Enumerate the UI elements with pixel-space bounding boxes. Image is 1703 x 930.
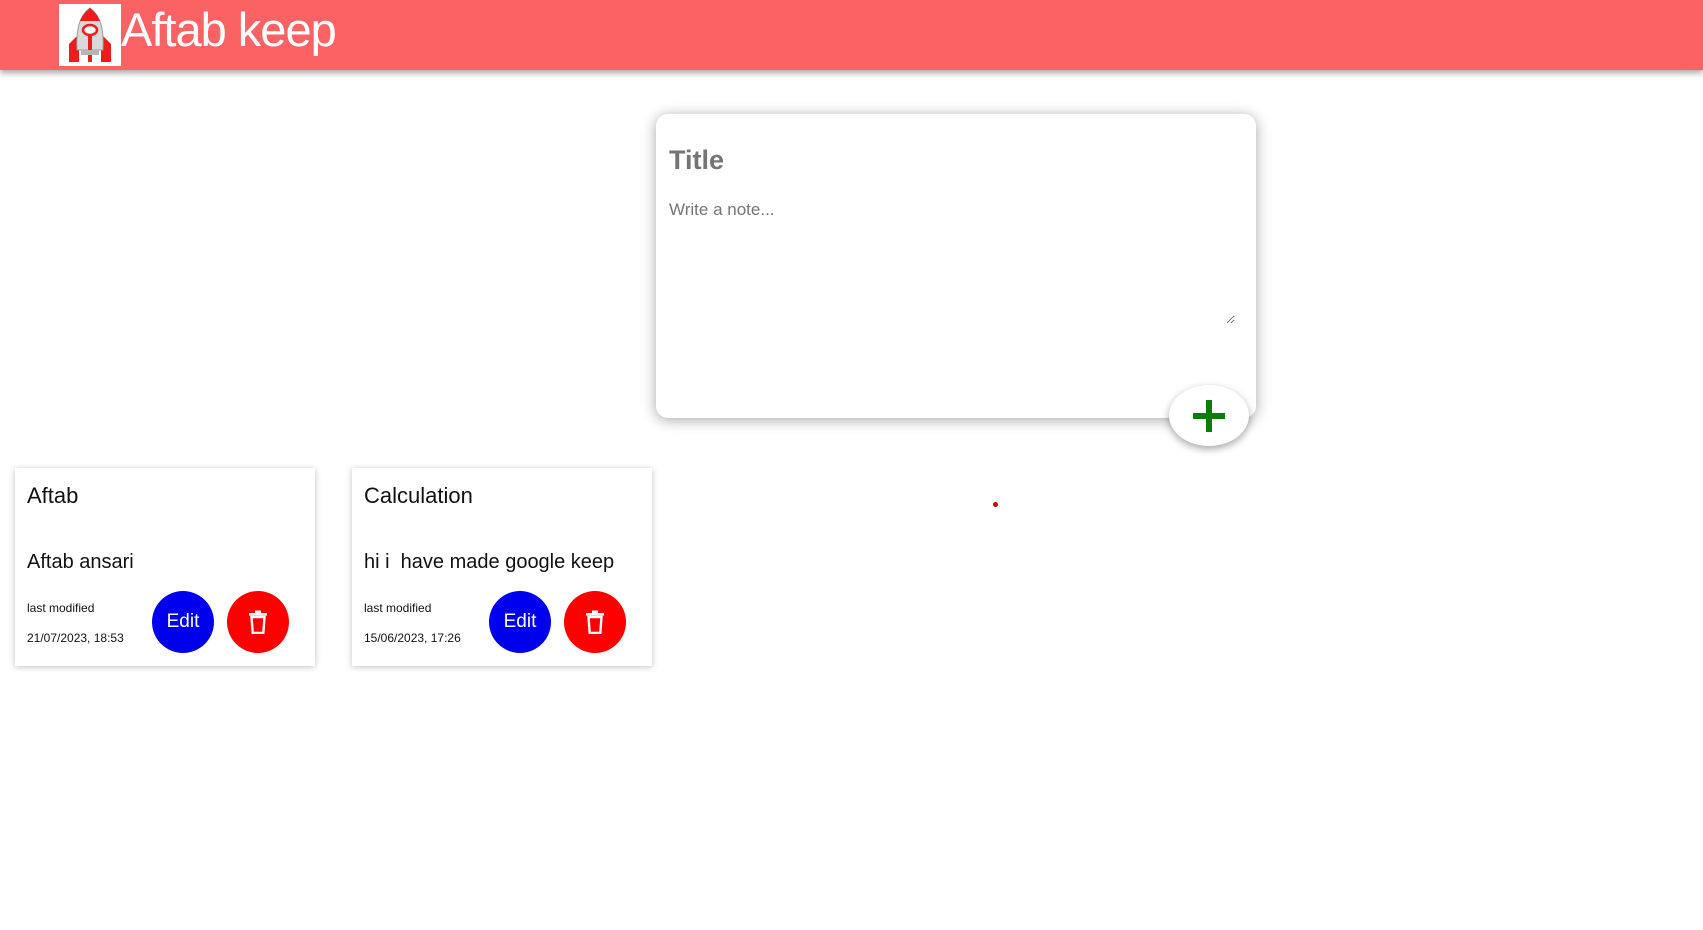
add-note-button[interactable] (1169, 385, 1249, 446)
last-modified-date: 21/07/2023, 18:53 (27, 631, 124, 645)
note-title: Aftab (27, 483, 79, 508)
note-card: Calculation hi i have made google keep l… (352, 468, 652, 666)
app-header: Aftab keep (0, 0, 1703, 70)
last-modified-date: 15/06/2023, 17:26 (364, 631, 461, 645)
note-title-input[interactable] (669, 145, 1229, 176)
last-modified-label: last modified (27, 601, 95, 615)
last-modified-label: last modified (364, 601, 432, 615)
note-card: Aftab Aftab ansari last modified 21/07/2… (15, 468, 315, 666)
rocket-logo-icon (59, 4, 121, 66)
delete-button[interactable] (564, 591, 626, 653)
plus-icon (1193, 399, 1225, 432)
edit-button[interactable]: Edit (489, 591, 551, 653)
trash-icon (586, 610, 604, 634)
note-body-textarea[interactable] (669, 200, 1235, 324)
note-content: Aftab ansari (27, 551, 134, 573)
edit-button[interactable]: Edit (152, 591, 214, 653)
note-composer (656, 114, 1256, 418)
app-title: Aftab keep (121, 3, 337, 56)
trash-icon (249, 610, 267, 634)
cursor-dot (993, 502, 998, 507)
delete-button[interactable] (227, 591, 289, 653)
note-title: Calculation (364, 483, 473, 508)
note-content: hi i have made google keep (364, 551, 615, 573)
